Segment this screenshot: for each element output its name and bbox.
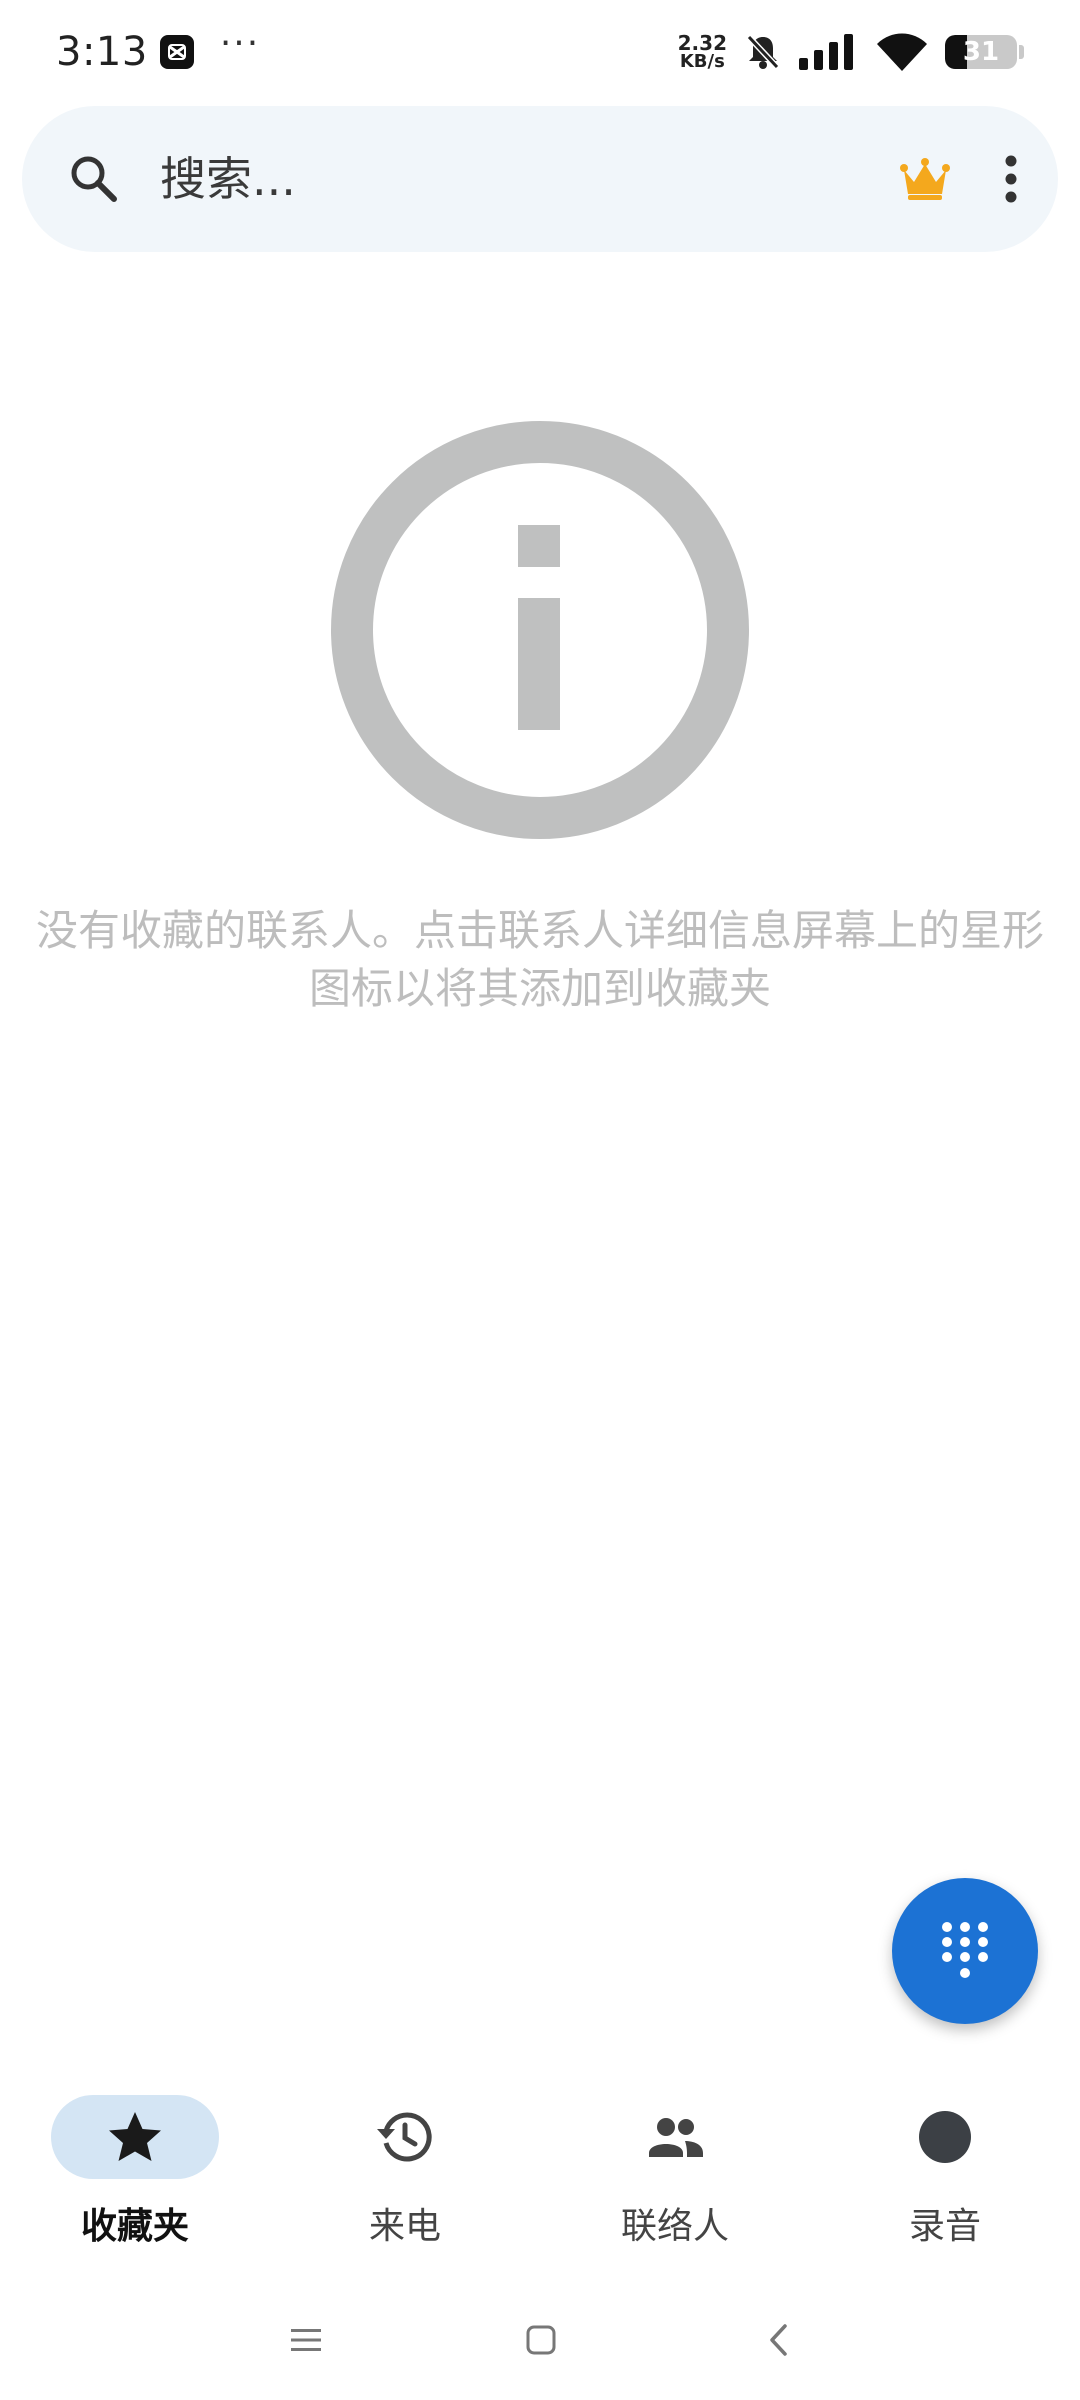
tab-favorites-label: 收藏夹	[80, 2206, 189, 2247]
tab-recordings-label: 录音	[908, 2206, 981, 2247]
search-bar[interactable]	[22, 106, 1058, 252]
bottom-navigation: 收藏夹 来电 联络人 录音	[0, 2095, 1080, 2255]
phone-screen: 3:13 ··· 2.32 KB/s 31 搜索... 没有收藏的联系人。点击联…	[0, 0, 1080, 2400]
crown-icon[interactable]	[898, 152, 952, 206]
tab-contacts-icon-holder	[591, 2095, 759, 2179]
star-icon	[109, 2112, 161, 2161]
back-chevron-icon	[770, 2324, 787, 2356]
tab-recents[interactable]: 来电	[270, 2095, 540, 2255]
system-navigation-bar	[0, 2300, 1080, 2380]
battery-tip	[1019, 45, 1024, 59]
battery-indicator: 31	[945, 35, 1024, 69]
mute-bell-icon	[745, 33, 781, 71]
capcut-app-icon	[159, 35, 194, 69]
search-input[interactable]	[160, 152, 898, 206]
dialpad-icon	[942, 1922, 988, 1978]
more-notifications-icon: ···	[219, 23, 261, 64]
tab-favorites[interactable]: 收藏夹	[0, 2095, 270, 2255]
tab-recents-label: 来电	[368, 2206, 441, 2247]
recent-apps-button[interactable]	[284, 2318, 328, 2362]
wifi-icon	[877, 33, 927, 71]
back-button[interactable]	[756, 2318, 800, 2362]
network-speed-unit: KB/s	[679, 51, 725, 72]
people-icon	[649, 2118, 703, 2157]
battery-level: 31	[962, 37, 1000, 67]
signal-strength-icon	[799, 34, 859, 70]
record-icon	[919, 2111, 971, 2163]
menu-lines-icon	[291, 2329, 321, 2351]
tab-recordings[interactable]: 录音	[810, 2095, 1080, 2255]
tab-contacts[interactable]: 联络人	[540, 2095, 810, 2255]
history-icon	[377, 2112, 432, 2162]
home-button[interactable]	[519, 2318, 563, 2362]
status-time: 3:13	[56, 29, 148, 75]
tab-contacts-label: 联络人	[620, 2206, 729, 2247]
battery-icon: 31	[945, 35, 1017, 69]
tab-recordings-icon-holder	[861, 2095, 1029, 2179]
empty-favorites-message: 没有收藏的联系人。点击联系人详细信息屏幕上的星形图标以将其添加到收藏夹	[35, 906, 1044, 1013]
info-icon	[331, 421, 749, 839]
tab-favorites-indicator	[51, 2095, 219, 2179]
status-indicators: 2.32 KB/s 31	[678, 33, 1024, 71]
tab-recents-icon-holder	[321, 2095, 489, 2179]
status-bar: 3:13 ··· 2.32 KB/s 31	[0, 0, 1080, 104]
network-speed-value: 2.32	[677, 31, 727, 55]
home-square-icon	[526, 2325, 556, 2355]
dialpad-button[interactable]	[892, 1878, 1038, 2024]
more-options-icon[interactable]	[1004, 155, 1018, 203]
search-icon[interactable]	[66, 151, 122, 207]
network-speed: 2.32 KB/s	[678, 33, 727, 71]
